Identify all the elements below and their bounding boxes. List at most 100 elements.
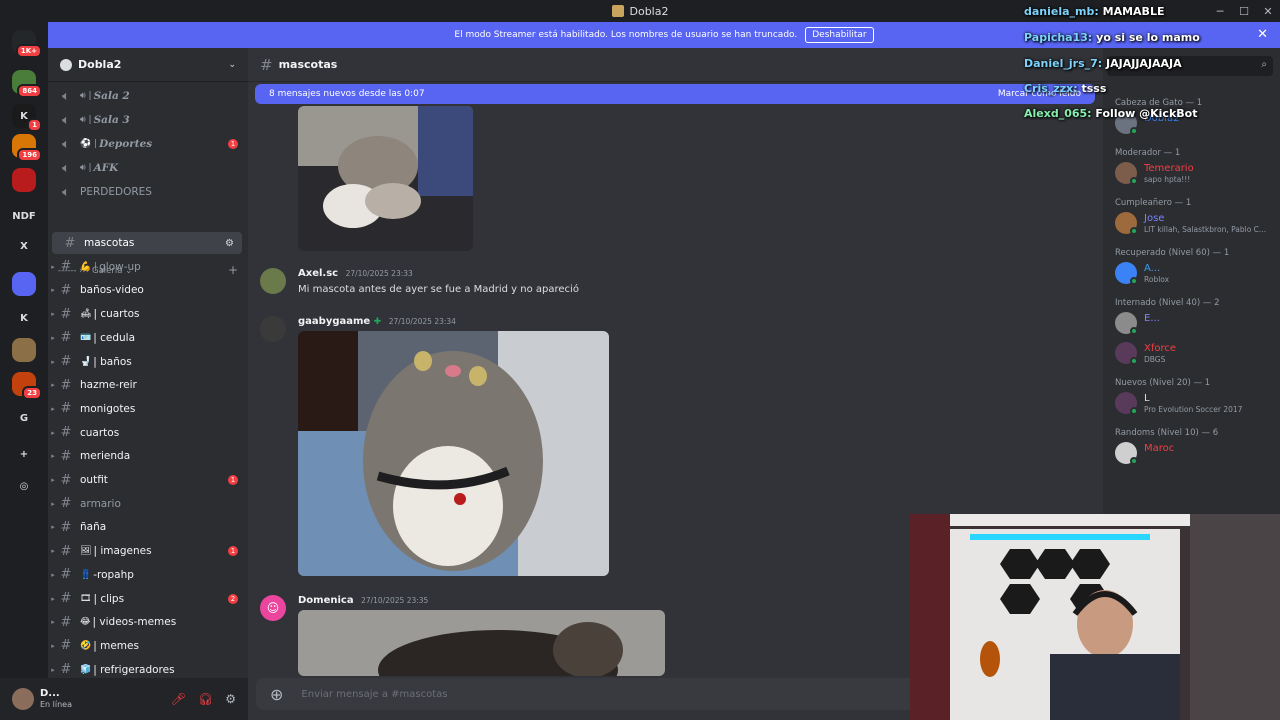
message-input[interactable]: Enviar mensaje a #mascotas bbox=[301, 689, 447, 700]
channel-name: PERDEDORES bbox=[80, 186, 152, 198]
avatar[interactable]: ☺ bbox=[260, 595, 286, 621]
server-icon[interactable] bbox=[12, 168, 36, 192]
webcam-feed bbox=[910, 514, 1280, 720]
minimize-icon[interactable]: ─ bbox=[1208, 0, 1232, 22]
search-icon[interactable]: ⌕ bbox=[1261, 59, 1267, 70]
chat-username: Cris_zzx: bbox=[1024, 82, 1078, 95]
text-channel[interactable]: ▸ # 😂 | videos-memes bbox=[48, 611, 248, 633]
chevron-down-icon[interactable]: ⌄ bbox=[228, 60, 236, 70]
text-channel[interactable]: ▸ # 🚽 | baños bbox=[48, 351, 248, 373]
guild-header[interactable]: Dobla2 ⌄ bbox=[48, 48, 248, 82]
hash-icon: # bbox=[60, 354, 72, 369]
expand-arrow-icon: ▸ bbox=[51, 381, 55, 390]
server-icon[interactable] bbox=[12, 272, 36, 296]
app-icon bbox=[611, 5, 624, 17]
expand-arrow-icon: ▸ bbox=[51, 594, 55, 603]
channel-name: ñaña bbox=[80, 521, 107, 534]
message-author[interactable]: Axel.sc bbox=[298, 268, 338, 279]
member-item[interactable]: Maroc bbox=[1115, 442, 1280, 468]
server-label: NDF bbox=[12, 210, 36, 222]
unread-badge: 2 bbox=[228, 593, 238, 604]
voice-channel[interactable]: 🔈︎ 🔊︎ | Sala 3 bbox=[48, 109, 248, 131]
expand-arrow-icon: ▸ bbox=[51, 476, 55, 484]
text-channel[interactable]: ▸ # 🖼 | imagenes 1 bbox=[48, 540, 248, 562]
text-channel[interactable]: ▸ # merienda bbox=[48, 445, 248, 467]
disable-streamer-button[interactable]: Deshabilitar bbox=[805, 27, 874, 43]
member-item[interactable]: Jose LIT killah, Salastkbron, Pablo C... bbox=[1115, 212, 1280, 238]
voice-channel[interactable]: 🔈︎ 🔊︎ | AFK bbox=[48, 157, 248, 179]
cat-photo-1 bbox=[298, 106, 473, 251]
chat-text: JAJAJJAJAAJA bbox=[1106, 57, 1182, 70]
text-channel[interactable]: ▸ # cuartos bbox=[48, 422, 248, 444]
server-icon[interactable]: K1 bbox=[12, 104, 42, 132]
text-channel[interactable]: ▸ # hazme-reir bbox=[48, 374, 248, 396]
channel-settings-gear-icon[interactable]: ⚙ bbox=[225, 238, 234, 249]
member-item[interactable]: Xforce DBGS bbox=[1115, 342, 1280, 368]
text-channel[interactable]: ▸ # 👖 -ropahp bbox=[48, 564, 248, 586]
server-icon[interactable]: 1K+ bbox=[12, 30, 42, 58]
text-channel[interactable]: ▸ # 🧊 | refrigeradores bbox=[48, 659, 248, 678]
hash-icon: # bbox=[60, 448, 72, 464]
settings-gear-icon[interactable]: ⚙ bbox=[225, 692, 236, 706]
server-icon[interactable] bbox=[12, 338, 36, 362]
close-window-icon[interactable]: ✕ bbox=[1256, 0, 1280, 22]
server-icon[interactable]: 196 bbox=[12, 134, 42, 162]
deafen-icon[interactable]: 🎧︎ bbox=[198, 692, 213, 706]
text-channel[interactable]: ▸ # 🤣 | memes bbox=[48, 635, 248, 657]
server-icon[interactable]: X bbox=[12, 234, 36, 258]
server-icon[interactable]: 864 bbox=[12, 70, 42, 98]
channel-emoji-icon: 👖 bbox=[80, 569, 92, 580]
message-text: Mi mascota antes de ayer se fue a Madrid… bbox=[298, 284, 579, 295]
member-name: Temerario bbox=[1144, 163, 1194, 174]
text-channel[interactable]: ▸ # 💪 | glow-up bbox=[48, 256, 248, 278]
channel-emoji-icon: 🤣 bbox=[80, 640, 92, 651]
member-group-header: Randoms (Nivel 10) — 6 bbox=[1115, 428, 1219, 438]
maximize-icon[interactable]: ☐ bbox=[1232, 0, 1256, 22]
message-image[interactable] bbox=[298, 610, 665, 676]
text-channel[interactable]: ▸ # armario bbox=[48, 493, 248, 515]
close-icon[interactable]: ✕ bbox=[1257, 27, 1268, 42]
member-item[interactable]: Temerario sapo hpta!!! bbox=[1115, 162, 1280, 188]
discover-compass-icon[interactable]: ◎ bbox=[12, 474, 36, 498]
add-server-icon[interactable]: + bbox=[12, 442, 36, 466]
text-channel[interactable]: ▸ # baños-video bbox=[48, 279, 248, 301]
message-image[interactable] bbox=[298, 331, 609, 576]
member-item[interactable]: A... Roblox bbox=[1115, 262, 1280, 288]
voice-channel[interactable]: 🔈︎ ⚽ | Deportes 1 bbox=[48, 133, 248, 155]
text-channel[interactable]: ▸ # 🛋 | cuartos bbox=[48, 303, 248, 325]
avatar[interactable] bbox=[260, 316, 286, 342]
voice-channel[interactable]: 🔈︎ PERDEDORES bbox=[48, 181, 248, 203]
attach-plus-icon[interactable]: ⊕ bbox=[270, 685, 283, 704]
server-label: K bbox=[20, 110, 28, 122]
new-messages-bar[interactable]: 8 mensajes nuevos desde las 0:07 Marcar … bbox=[255, 84, 1095, 104]
text-channel[interactable]: ▸ # 🪪 | cedula bbox=[48, 327, 248, 349]
channel-name: | cuartos bbox=[93, 308, 140, 321]
member-activity: DBGS bbox=[1144, 355, 1166, 364]
server-icon[interactable]: 23 bbox=[12, 372, 42, 400]
member-name: L bbox=[1144, 393, 1150, 404]
text-channel[interactable]: ▸ # ñaña bbox=[48, 516, 248, 538]
message-author[interactable]: Domenica bbox=[298, 595, 354, 606]
mute-mic-icon[interactable]: 🎤︎ bbox=[171, 692, 186, 706]
voice-channel[interactable]: 🔈︎ 🔊︎ | Sala 2 bbox=[48, 85, 248, 107]
avatar[interactable] bbox=[12, 688, 34, 710]
member-item[interactable]: E... bbox=[1115, 312, 1280, 338]
avatar[interactable] bbox=[260, 268, 286, 294]
server-icon[interactable]: K bbox=[12, 306, 36, 330]
member-name: Maroc bbox=[1144, 443, 1175, 454]
expand-arrow-icon: ▸ bbox=[51, 262, 55, 271]
text-channel[interactable]: # mascotas ⚙ bbox=[52, 232, 242, 254]
server-icon[interactable]: NDF bbox=[12, 204, 36, 228]
text-channel[interactable]: ▸ # monigotes bbox=[48, 398, 248, 420]
message-author[interactable]: gaabygaame bbox=[298, 316, 370, 327]
channel-emoji-icon: 🔊︎ | bbox=[80, 163, 92, 173]
channel-name: | videos-memes bbox=[92, 616, 177, 629]
text-channel[interactable]: ▸ # 🎞 | clips 2 bbox=[48, 588, 248, 610]
online-status-icon bbox=[1130, 227, 1138, 235]
member-item[interactable]: L Pro Evolution Soccer 2017 bbox=[1115, 392, 1280, 418]
unread-badge: 1 bbox=[228, 139, 238, 149]
message-image[interactable] bbox=[298, 106, 473, 251]
text-channel[interactable]: ▸ # outfit 1 bbox=[48, 469, 248, 491]
server-icon[interactable]: G bbox=[12, 406, 36, 430]
guild-icon bbox=[60, 58, 72, 71]
